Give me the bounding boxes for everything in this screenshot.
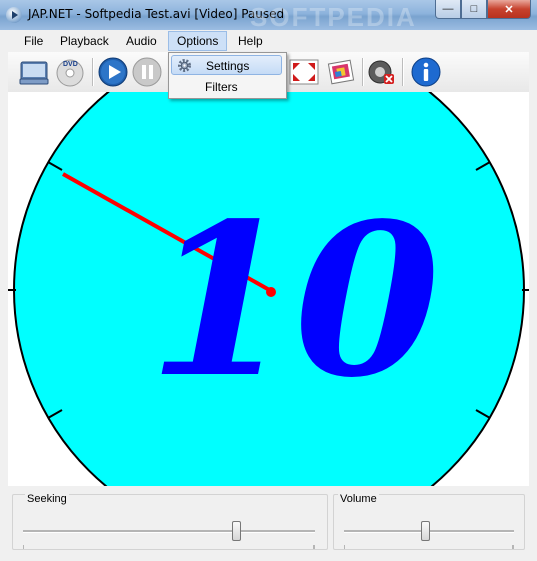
app-window: JAP.NET - Softpedia Test.avi [Video] Pau…	[0, 0, 537, 561]
volume-group: Volume	[333, 493, 525, 550]
volume-label: Volume	[338, 493, 379, 505]
mute-button[interactable]	[366, 56, 398, 88]
softpedia-watermark: SOFTPEDIA	[250, 2, 417, 32]
settings-label: Settings	[206, 59, 250, 73]
seeking-label: Seeking	[25, 493, 69, 505]
volume-ticks	[344, 545, 514, 549]
info-icon	[411, 57, 441, 87]
toolbar-separator	[362, 58, 364, 86]
close-button[interactable]: ✕	[487, 0, 531, 19]
menu-item-filters[interactable]: Filters	[171, 77, 282, 97]
window-title: JAP.NET - Softpedia Test.avi [Video] Pau…	[28, 7, 285, 21]
filters-label: Filters	[205, 80, 238, 94]
app-icon[interactable]	[6, 7, 22, 23]
menu-playback[interactable]: Playback	[52, 33, 117, 49]
about-button[interactable]	[410, 56, 442, 88]
open-file-button[interactable]	[18, 56, 50, 88]
minimize-button[interactable]: —	[435, 0, 461, 19]
caption-buttons: — □ ✕	[435, 0, 531, 20]
volume-slider-thumb[interactable]	[421, 521, 431, 541]
maximize-button[interactable]: □	[461, 0, 487, 19]
menu-file[interactable]: File	[16, 33, 51, 49]
open-file-icon	[19, 61, 49, 85]
seeking-track[interactable]	[23, 530, 315, 533]
picture-icon	[327, 59, 355, 85]
seeking-group: Seeking	[12, 493, 328, 550]
options-menu: Settings Filters	[168, 52, 287, 99]
speaker-mute-icon	[368, 60, 394, 84]
toolbar-separator	[402, 58, 404, 86]
close-icon: ✕	[504, 3, 514, 16]
menu-bar: File Playback Audio Options Help	[8, 30, 529, 52]
open-dvd-button[interactable]: DVD	[54, 56, 86, 88]
frame-number: 10	[148, 177, 440, 424]
minimize-icon: —	[442, 3, 454, 15]
menu-help[interactable]: Help	[230, 33, 271, 49]
play-icon	[98, 57, 128, 87]
seeking-ticks	[23, 545, 315, 549]
screenshot-button[interactable]	[326, 56, 358, 88]
dvd-icon: DVD	[56, 59, 84, 87]
pause-button[interactable]	[131, 56, 163, 88]
menu-audio[interactable]: Audio	[118, 33, 165, 49]
menu-options[interactable]: Options	[168, 31, 228, 51]
controls-panel: Seeking Volume	[8, 486, 529, 553]
pause-icon	[132, 57, 162, 87]
menu-item-settings[interactable]: Settings	[171, 55, 282, 75]
seeking-slider-thumb[interactable]	[231, 521, 241, 541]
fullscreen-button[interactable]	[288, 56, 320, 88]
toolbar-separator	[92, 58, 94, 86]
video-frame: 10	[8, 92, 529, 486]
fullscreen-icon	[289, 59, 319, 85]
gear-icon	[178, 59, 191, 72]
video-area[interactable]: 10	[8, 92, 529, 486]
svg-text:DVD: DVD	[63, 61, 78, 68]
maximize-icon: □	[470, 3, 478, 15]
play-button[interactable]	[97, 56, 129, 88]
title-bar[interactable]: JAP.NET - Softpedia Test.avi [Video] Pau…	[0, 0, 537, 32]
